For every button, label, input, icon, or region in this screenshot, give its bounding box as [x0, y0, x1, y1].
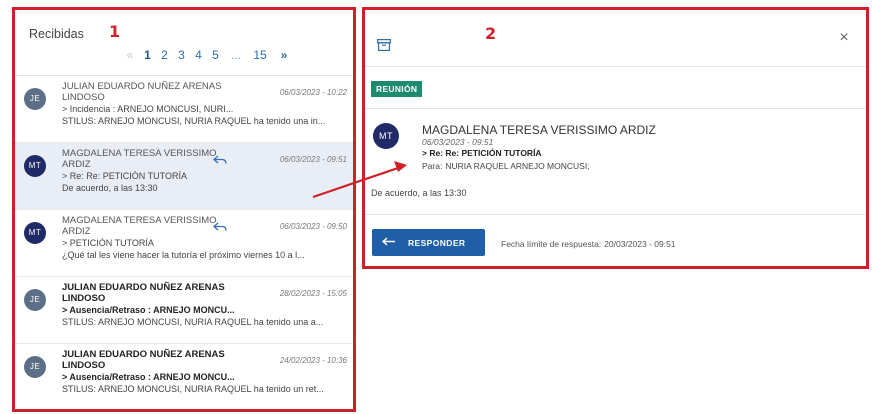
replied-icon	[213, 155, 227, 165]
message-preview: STILUS: ARNEJO MONCUSI, NURIA RAQUEL ha …	[62, 116, 326, 126]
annotation-label-1: 1	[109, 22, 121, 41]
detail-date: 06/03/2023 - 09:51	[422, 137, 494, 147]
detail-toolbar: ×	[365, 10, 866, 67]
pagination-page-1[interactable]: 1	[139, 48, 156, 62]
message-sender-line2: LINDOSO	[62, 360, 106, 371]
deadline-value: 20/03/2023 - 09:51	[604, 239, 676, 249]
message-sender: JULIAN EDUARDO NUÑEZ ARENAS LINDOSO	[62, 81, 232, 103]
avatar: MT	[24, 155, 46, 177]
avatar: JE	[24, 88, 46, 110]
inbox-header: Recibidas « 1 2 3 4 5 ... 15 »	[15, 10, 353, 76]
message-subject: > Ausencia/Retraso : ARNEJO MONCU...	[62, 372, 235, 382]
reply-arrow-icon	[381, 236, 396, 249]
pagination-ellipsis: ...	[230, 48, 241, 62]
message-list-item-unread[interactable]: JE JULIAN EDUARDO NUÑEZ ARENAS LINDOSO 2…	[15, 277, 353, 344]
message-list-item[interactable]: JE JULIAN EDUARDO NUÑEZ ARENAS LINDOSO 0…	[15, 76, 353, 143]
category-tag: REUNIÓN	[371, 81, 423, 97]
annotation-label-2: 2	[485, 24, 497, 43]
message-sender-line2: ARDIZ	[62, 226, 91, 237]
message-preview: ¿Qué tal les viene hacer la tutoría el p…	[62, 250, 305, 260]
replied-icon	[213, 222, 227, 232]
message-sender-line1: MAGDALENA TERESA VERISSIMO	[62, 215, 217, 226]
inbox-title: Recibidas	[29, 27, 84, 41]
divider	[365, 108, 866, 109]
message-subject: > PETICIÓN TUTORÍA	[62, 238, 154, 248]
message-sender-line2: LINDOSO	[62, 293, 106, 304]
reply-button-label: RESPONDER	[408, 237, 466, 248]
avatar: MT	[24, 222, 46, 244]
close-icon[interactable]: ×	[836, 30, 852, 46]
pagination-page-3[interactable]: 3	[173, 48, 190, 62]
message-detail-panel: × REUNIÓN MT MAGDALENA TERESA VERISSIMO …	[362, 7, 869, 269]
inbox-panel: Recibidas « 1 2 3 4 5 ... 15 » JE JULIAN…	[12, 7, 356, 412]
message-sender-line1: JULIAN EDUARDO NUÑEZ ARENAS	[62, 81, 222, 92]
pagination-page-2[interactable]: 2	[156, 48, 173, 62]
message-sender-line2: ARDIZ	[62, 159, 91, 170]
response-deadline: Fecha límite de respuesta: 20/03/2023 - 0…	[501, 239, 676, 249]
message-date: 24/02/2023 - 10:36	[279, 356, 347, 365]
detail-subject: > Re: Re: PETICIÓN TUTORÍA	[422, 148, 542, 158]
message-subject: > Re: Re: PETICIÓN TUTORÍA	[62, 171, 187, 181]
reply-button[interactable]: RESPONDER	[372, 229, 485, 256]
message-list-item-selected[interactable]: MT MAGDALENA TERESA VERISSIMO ARDIZ 06/0…	[15, 143, 353, 210]
message-date: 06/03/2023 - 09:50	[279, 222, 347, 231]
message-sender: MAGDALENA TERESA VERISSIMO ARDIZ	[62, 215, 232, 237]
message-sender-line2: LINDOSO	[62, 92, 105, 103]
message-list-item-unread[interactable]: JE JULIAN EDUARDO NUÑEZ ARENAS LINDOSO 2…	[15, 344, 353, 409]
message-date: 06/03/2023 - 10:22	[279, 88, 347, 97]
pagination-next-button[interactable]: »	[272, 48, 296, 62]
message-subject: > Ausencia/Retraso : ARNEJO MONCU...	[62, 305, 235, 315]
pagination-page-last[interactable]: 15	[248, 48, 272, 62]
pagination-prev-button[interactable]: «	[121, 48, 139, 62]
message-sender: JULIAN EDUARDO NUÑEZ ARENAS LINDOSO	[62, 349, 232, 371]
message-preview: De acuerdo, a las 13:30	[62, 183, 158, 193]
message-sender: JULIAN EDUARDO NUÑEZ ARENAS LINDOSO	[62, 282, 232, 304]
message-sender-line1: JULIAN EDUARDO NUÑEZ ARENAS	[62, 349, 225, 360]
pagination-page-4[interactable]: 4	[190, 48, 207, 62]
pagination: « 1 2 3 4 5 ... 15 »	[121, 48, 296, 62]
message-sender-line1: JULIAN EDUARDO NUÑEZ ARENAS	[62, 282, 225, 293]
message-preview: STILUS: ARNEJO MONCUSI, NURIA RAQUEL ha …	[62, 317, 324, 327]
pagination-page-5[interactable]: 5	[207, 48, 224, 62]
avatar: JE	[24, 356, 46, 378]
message-date: 28/02/2023 - 15:05	[279, 289, 347, 298]
avatar: JE	[24, 289, 46, 311]
message-sender: MAGDALENA TERESA VERISSIMO ARDIZ	[62, 148, 232, 170]
detail-recipients: Para: NURIA RAQUEL ARNEJO MONCUSI;	[422, 161, 590, 171]
message-date: 06/03/2023 - 09:51	[279, 155, 347, 164]
message-preview: STILUS: ARNEJO MONCUSI, NURIA RAQUEL ha …	[62, 384, 324, 394]
detail-sender: MAGDALENA TERESA VERISSIMO ARDIZ	[422, 123, 656, 137]
recipients-value: NURIA RAQUEL ARNEJO MONCUSI;	[445, 161, 590, 171]
archive-icon[interactable]	[377, 38, 392, 51]
message-subject: > Incidencia : ARNEJO MONCUSI, NURI...	[62, 104, 234, 114]
divider	[365, 214, 866, 215]
recipients-label: Para:	[422, 161, 443, 171]
message-list-item[interactable]: MT MAGDALENA TERESA VERISSIMO ARDIZ 06/0…	[15, 210, 353, 277]
message-body: De acuerdo, a las 13:30	[371, 188, 467, 198]
deadline-label: Fecha límite de respuesta:	[501, 239, 602, 249]
message-sender-line1: MAGDALENA TERESA VERISSIMO	[62, 148, 217, 159]
avatar: MT	[373, 123, 399, 149]
